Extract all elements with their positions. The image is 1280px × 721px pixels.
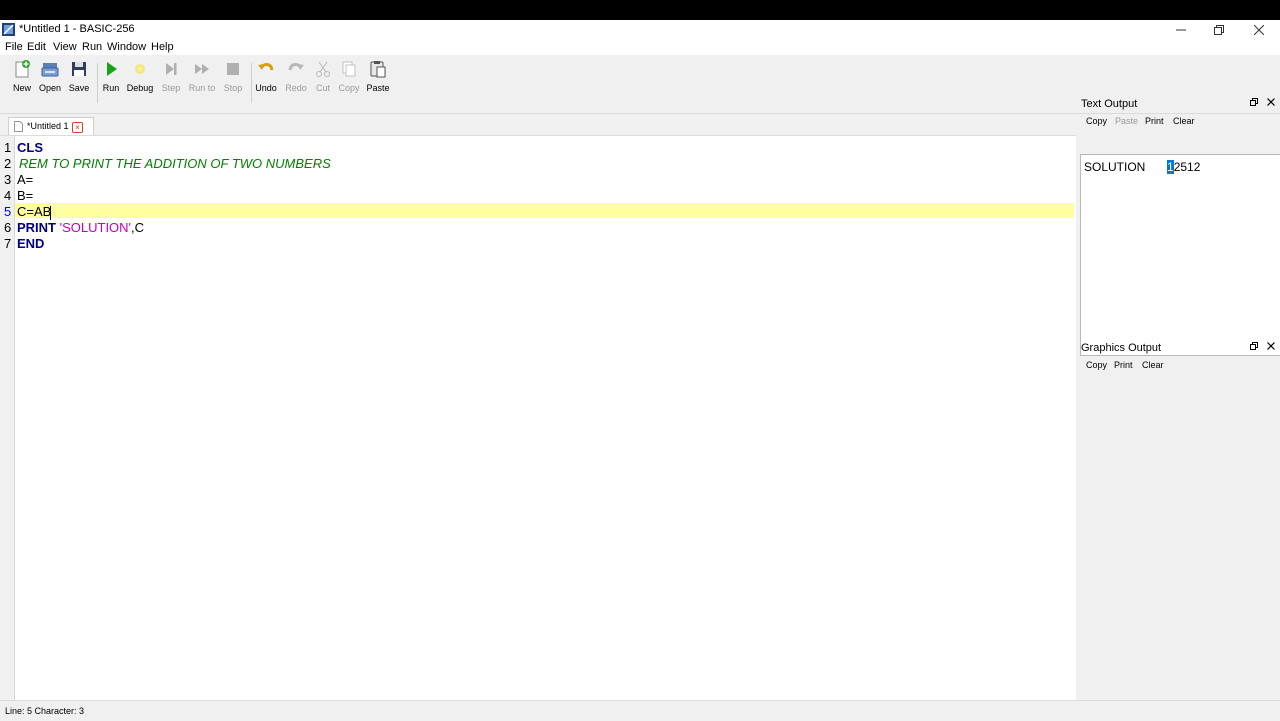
menu-bar: File Edit View Run Window Help <box>0 40 1280 55</box>
save-label: Save <box>68 83 90 93</box>
debug-button[interactable]: Debug <box>123 59 157 109</box>
undo-label: Undo <box>255 83 277 93</box>
stop-label: Stop <box>223 83 243 93</box>
text-output-title: Text Output <box>1081 98 1138 110</box>
restore-icon <box>1214 25 1224 35</box>
code-line-5: C=AB <box>17 204 52 219</box>
step-icon <box>166 63 177 75</box>
float-panel-icon[interactable] <box>1250 98 1258 108</box>
text-output-print-button[interactable]: Print <box>1145 116 1164 126</box>
graphics-output-copy-button[interactable]: Copy <box>1086 360 1107 370</box>
tab-label: *Untitled 1 <box>27 121 69 131</box>
line-number: 4 <box>4 188 12 203</box>
close-panel-icon[interactable] <box>1267 98 1275 108</box>
line-number-current: 5 <box>4 204 12 219</box>
line-number: 6 <box>4 220 12 235</box>
code-line-3: A= <box>17 172 34 187</box>
menu-view[interactable]: View <box>53 41 77 53</box>
menu-run[interactable]: Run <box>82 41 102 53</box>
graphics-output-title: Graphics Output <box>1081 342 1162 354</box>
graphics-output-print-button[interactable]: Print <box>1114 360 1133 370</box>
debug-icon <box>135 64 145 74</box>
print-keyword: PRINT <box>17 220 56 235</box>
output-text-value: 12512 <box>1167 160 1200 174</box>
cut-icon <box>316 61 330 77</box>
save-button[interactable]: Save <box>62 59 96 109</box>
status-bar: Line: 5 Character: 3 <box>0 700 1280 721</box>
output-value-rest: 2512 <box>1173 160 1201 174</box>
string-literal: 'SOLUTION' <box>59 220 132 235</box>
line-number: 3 <box>4 172 12 187</box>
line-number: 2 <box>4 156 12 171</box>
document-icon <box>14 121 23 132</box>
new-file-icon <box>15 60 30 78</box>
code-line-6-rest: ,C <box>131 220 145 235</box>
tab-close-icon[interactable]: × <box>72 122 83 133</box>
code-line-2: REM TO PRINT THE ADDITION OF TWO NUMBERS <box>19 156 331 171</box>
step-button[interactable]: Step <box>154 59 188 109</box>
line-number: 7 <box>4 236 12 251</box>
undo-button[interactable]: Undo <box>249 59 283 109</box>
debug-label: Debug <box>126 83 154 93</box>
output-text-label: SOLUTION <box>1084 160 1146 174</box>
close-icon <box>1254 25 1264 35</box>
text-output-paste-button[interactable]: Paste <box>1115 116 1138 126</box>
window-title: *Untitled 1 - BASIC-256 <box>19 23 135 35</box>
editor-tab-bar: *Untitled 1 × <box>0 115 1076 136</box>
close-panel-icon[interactable] <box>1267 342 1275 352</box>
menu-file[interactable]: File <box>5 41 23 53</box>
copy-icon <box>342 61 356 77</box>
float-panel-icon[interactable] <box>1250 342 1258 352</box>
text-output-copy-button[interactable]: Copy <box>1086 116 1107 126</box>
graphics-output-clear-button[interactable]: Clear <box>1142 360 1164 370</box>
save-icon <box>72 62 86 76</box>
code-line-6: PRINT 'SOLUTION',C <box>17 220 144 235</box>
paste-icon <box>370 61 386 78</box>
basic256-app-icon <box>2 23 15 36</box>
code-editor[interactable]: 1 2 3 4 5 6 7 CLS REM TO PRINT THE ADDIT… <box>0 135 1076 702</box>
line-number: 1 <box>4 140 12 155</box>
menu-help[interactable]: Help <box>151 41 174 53</box>
undo-icon <box>258 63 274 71</box>
run-to-label: Run to <box>188 83 216 93</box>
menu-edit[interactable]: Edit <box>27 41 46 53</box>
minimize-icon <box>1176 29 1186 31</box>
close-window-button[interactable] <box>1240 20 1278 40</box>
open-icon <box>41 63 59 77</box>
run-to-button[interactable]: Run to <box>185 59 219 109</box>
text-output-area[interactable]: SOLUTION 12512 <box>1080 154 1280 356</box>
redo-icon <box>288 63 304 71</box>
line-number-gutter: 1 2 3 4 5 6 7 <box>0 136 15 702</box>
stop-button[interactable]: Stop <box>216 59 250 109</box>
cursor-position-status: Line: 5 Character: 3 <box>5 706 85 716</box>
paste-button[interactable]: Paste <box>361 59 395 109</box>
title-bar: *Untitled 1 - BASIC-256 <box>0 20 1280 40</box>
current-line-highlight <box>15 203 1074 218</box>
stop-icon <box>227 63 239 75</box>
restore-button[interactable] <box>1200 20 1238 40</box>
app-window: *Untitled 1 - BASIC-256 File Edit View R… <box>0 20 1280 721</box>
paste-label: Paste <box>366 83 390 93</box>
text-cursor <box>50 206 51 220</box>
run-to-icon <box>195 64 209 74</box>
menu-window[interactable]: Window <box>107 41 146 53</box>
minimize-button[interactable] <box>1162 20 1200 40</box>
text-output-clear-button[interactable]: Clear <box>1173 116 1195 126</box>
code-line-7: END <box>17 236 45 251</box>
step-label: Step <box>161 83 181 93</box>
code-line-1: CLS <box>17 140 43 155</box>
output-selection: 1 <box>1167 160 1174 174</box>
code-line-4: B= <box>17 188 34 203</box>
tab-untitled-1[interactable]: *Untitled 1 × <box>8 117 94 136</box>
play-icon <box>107 62 117 76</box>
